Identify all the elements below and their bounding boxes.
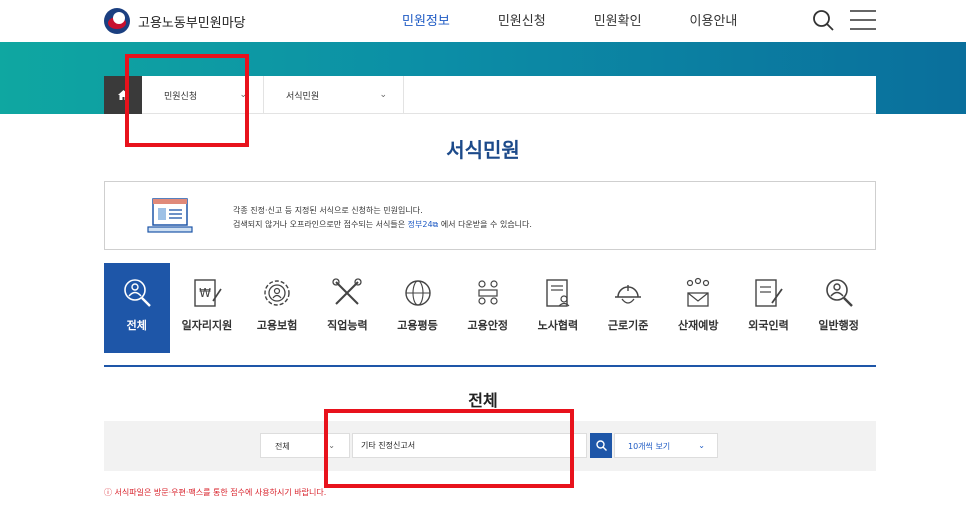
- gov24-link[interactable]: 정부24⧉: [408, 220, 439, 229]
- page-title: 서식민원: [446, 138, 520, 162]
- hardhat-icon: [615, 285, 642, 304]
- divider: [104, 365, 876, 367]
- chevron-down-icon: ⌄: [698, 441, 705, 450]
- tab-foreign-workforce[interactable]: 외국인력: [736, 263, 802, 353]
- site-logo[interactable]: 고용노동부민원마당: [104, 8, 246, 34]
- people-mail-icon: [687, 277, 710, 307]
- nav-item-guide[interactable]: 이용안내: [690, 10, 738, 29]
- category-filter-value: 전체: [275, 442, 290, 451]
- chevron-down-icon: ⌄: [328, 441, 335, 450]
- info-line-2-suffix: 에서 다운받을 수 있습니다.: [440, 220, 532, 229]
- form-document-icon: [147, 198, 193, 233]
- global-nav: 민원정보 민원신청 민원확인 이용안내: [402, 10, 785, 29]
- breadcrumb-level1-label: 민원신청: [164, 91, 198, 102]
- tab-label: 외국인력: [748, 319, 789, 332]
- tab-labor-cooperation[interactable]: 노사협력: [525, 263, 591, 353]
- nav-item-complaint-apply[interactable]: 민원신청: [498, 10, 546, 29]
- tab-label: 직업능력: [327, 319, 368, 332]
- document-pen-icon: [755, 279, 784, 307]
- document-person-icon: [546, 279, 570, 307]
- tab-label: 일자리지원: [181, 319, 233, 332]
- breadcrumb: 민원신청 ⌄ 서식민원 ⌄: [104, 76, 876, 114]
- home-icon: [117, 90, 129, 100]
- site-header: 고용노동부민원마당 민원정보 민원신청 민원확인 이용안내: [0, 0, 966, 42]
- tab-label: 일반행정: [818, 319, 859, 332]
- tab-accident-prevention[interactable]: 산재예방: [666, 263, 732, 353]
- site-title: 고용노동부민원마당: [138, 15, 246, 31]
- category-tabs: 전체 ₩ 일자리지원 고용보험 직업능력 고용평등 고용안정 노사협력 근로기준…: [104, 263, 876, 353]
- search-icon: [595, 440, 607, 451]
- search-icon[interactable]: [812, 9, 834, 31]
- section-title: 전체: [468, 391, 498, 410]
- info-line-1: 각종 진정·신고 등 지정된 서식으로 신청하는 민원입니다.: [233, 206, 423, 215]
- info-description: 각종 진정·신고 등 지정된 서식으로 신청하는 민원입니다. 검색되지 않거나…: [233, 204, 532, 232]
- tab-label: 근로기준: [607, 319, 649, 332]
- tools-icon: [332, 278, 363, 305]
- tab-label: 노사협력: [537, 319, 579, 332]
- info-box: 각종 진정·신고 등 지정된 서식으로 신청하는 민원입니다. 검색되지 않거나…: [104, 181, 876, 250]
- form-usage-notice: ⓘ 서식파일은 방문·우편·팩스를 통한 접수에 사용하시기 바랍니다.: [104, 488, 327, 497]
- chevron-down-icon: ⌄: [239, 90, 247, 100]
- tab-label: 고용보험: [256, 319, 298, 332]
- won-document-icon: ₩: [194, 279, 222, 307]
- taegeuk-logo-icon: [104, 8, 130, 34]
- info-line-2-prefix: 검색되지 않거나 오프라인으로만 접수되는 서식들은: [233, 220, 406, 229]
- gear-person-icon: [264, 280, 290, 306]
- nav-item-complaint-info[interactable]: 민원정보: [402, 10, 450, 29]
- tab-employment-insurance[interactable]: 고용보험: [244, 263, 310, 353]
- tab-label: 고용평등: [397, 319, 438, 332]
- tab-job-support[interactable]: ₩ 일자리지원: [174, 263, 240, 353]
- gov24-link-label: 정부24: [407, 220, 433, 229]
- hamburger-menu-icon[interactable]: [850, 9, 876, 31]
- external-link-icon: ⧉: [432, 220, 439, 229]
- search-bar: 전체 ⌄ 10개씩 보기 ⌄: [104, 421, 876, 471]
- category-filter-select[interactable]: 전체 ⌄: [260, 433, 350, 458]
- search-button[interactable]: [590, 433, 612, 458]
- info-line-2: 검색되지 않거나 오프라인으로만 접수되는 서식들은 정부24⧉ 에서 다운받을…: [233, 218, 532, 232]
- team-meeting-icon: [478, 280, 498, 305]
- nav-item-complaint-check[interactable]: 민원확인: [594, 10, 642, 29]
- page-size-select[interactable]: 10개씩 보기 ⌄: [614, 433, 718, 458]
- page-size-value: 10개씩 보기: [628, 442, 671, 451]
- breadcrumb-level2-select[interactable]: 서식민원 ⌄: [264, 76, 404, 114]
- keyword-search-input[interactable]: [352, 433, 587, 458]
- tab-label: 산재예방: [678, 319, 719, 332]
- breadcrumb-level1-select[interactable]: 민원신청 ⌄: [142, 76, 264, 114]
- chevron-down-icon: ⌄: [379, 90, 387, 100]
- tab-label: 전체: [126, 319, 147, 332]
- tab-labor-standards[interactable]: 근로기준: [595, 263, 661, 353]
- magnifier-person-icon: [825, 279, 853, 307]
- tab-general-administration[interactable]: 일반행정: [806, 263, 872, 353]
- breadcrumb-level2-label: 서식민원: [286, 91, 320, 102]
- tab-all[interactable]: 전체: [104, 263, 170, 353]
- home-button[interactable]: [104, 76, 142, 114]
- magnifier-person-icon: [123, 279, 151, 307]
- svg-text:₩: ₩: [199, 286, 211, 300]
- tab-employment-stability[interactable]: 고용안정: [455, 263, 521, 353]
- tab-equal-employment[interactable]: 고용평등: [385, 263, 451, 353]
- tab-vocational-skills[interactable]: 직업능력: [315, 263, 381, 353]
- tab-label: 고용안정: [467, 319, 508, 332]
- globe-cycle-icon: [404, 280, 431, 306]
